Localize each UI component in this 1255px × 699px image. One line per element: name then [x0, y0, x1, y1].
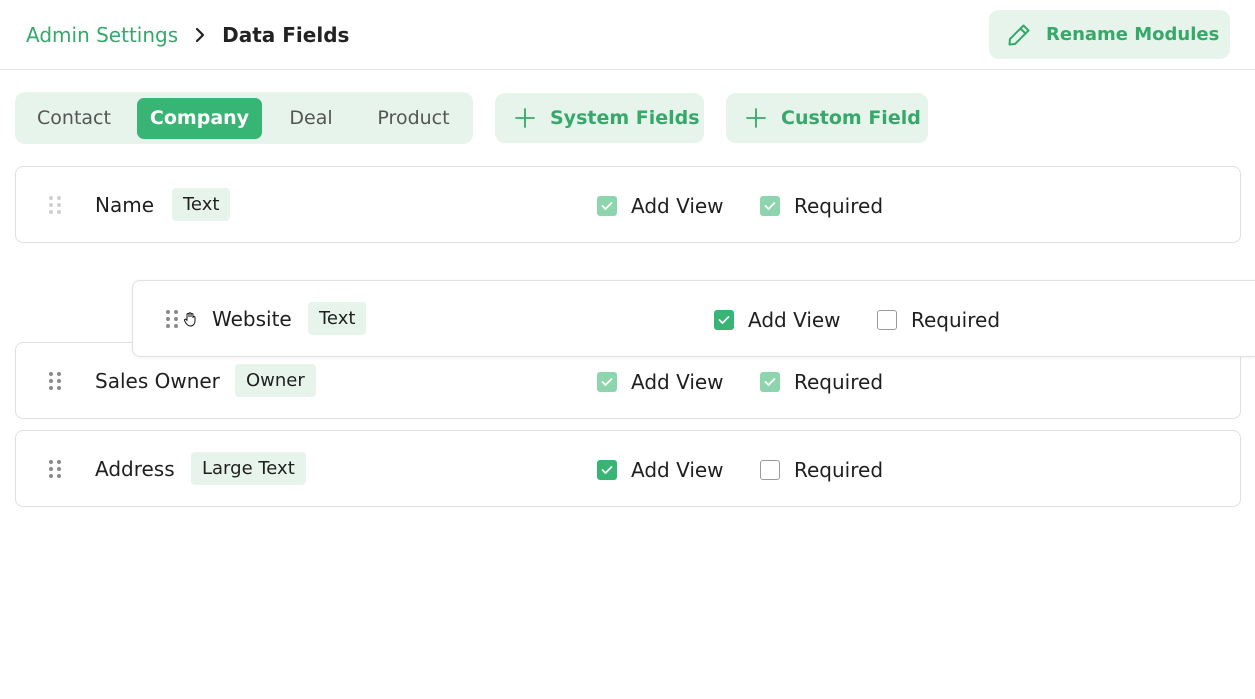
field-row-name: Name Text Add View Required [15, 166, 1241, 243]
tab-contact[interactable]: Contact [23, 98, 125, 139]
required-checkbox-group[interactable]: Required [760, 193, 883, 219]
tab-company[interactable]: Company [137, 98, 262, 139]
field-type-badge: Owner [235, 364, 316, 397]
field-row-website-dragging[interactable]: Website Text Add View Required [132, 280, 1255, 357]
breadcrumb-admin-settings[interactable]: Admin Settings [26, 22, 178, 48]
plus-icon [745, 107, 767, 129]
field-name: Sales Owner [95, 369, 220, 393]
add-view-label: Add View [631, 458, 724, 482]
add-view-label: Add View [631, 370, 724, 394]
plus-icon [514, 107, 536, 129]
field-type-badge: Text [308, 302, 367, 335]
page-header: Admin Settings Data Fields Rename Module… [0, 0, 1255, 70]
custom-field-label: Custom Field [781, 107, 921, 129]
rename-modules-label: Rename Modules [1046, 24, 1220, 45]
tab-deal[interactable]: Deal [277, 98, 345, 139]
field-name: Address [95, 457, 175, 481]
required-label: Required [794, 458, 884, 482]
drag-handle-icon[interactable] [48, 195, 62, 215]
add-view-label: Add View [748, 308, 841, 332]
required-checkbox[interactable] [760, 460, 780, 480]
add-custom-field-button[interactable]: Custom Field [726, 93, 928, 143]
add-view-checkbox[interactable] [714, 310, 734, 330]
add-view-checkbox-group[interactable]: Add View [597, 457, 724, 483]
add-view-checkbox[interactable] [597, 460, 617, 480]
required-checkbox[interactable] [877, 310, 897, 330]
grab-hand-icon [183, 311, 197, 331]
module-tabs: Contact Company Deal Product [15, 92, 473, 144]
required-checkbox-group[interactable]: Required [877, 307, 1000, 333]
rename-modules-button[interactable]: Rename Modules [989, 10, 1230, 59]
field-type-badge: Large Text [191, 452, 306, 485]
drag-handle-icon[interactable] [48, 371, 62, 391]
add-view-checkbox-group[interactable]: Add View [597, 193, 724, 219]
drag-handle-icon[interactable] [165, 309, 179, 329]
add-view-checkbox-group[interactable]: Add View [714, 307, 841, 333]
add-view-label: Add View [631, 194, 724, 218]
add-view-checkbox[interactable] [597, 372, 617, 392]
required-label: Required [794, 194, 884, 218]
tab-product[interactable]: Product [365, 98, 462, 139]
field-name: Website [212, 307, 292, 331]
field-name: Name [95, 193, 155, 217]
required-label: Required [911, 308, 1001, 332]
required-label: Required [794, 370, 884, 394]
page-title: Data Fields [222, 23, 350, 47]
system-fields-label: System Fields [550, 107, 700, 129]
drag-handle-icon[interactable] [48, 459, 62, 479]
pencil-icon [1006, 22, 1032, 48]
required-checkbox-group[interactable]: Required [760, 457, 883, 483]
chevron-right-icon [186, 27, 214, 43]
add-view-checkbox-group[interactable]: Add View [597, 369, 724, 395]
add-view-checkbox[interactable] [597, 196, 617, 216]
field-type-badge: Text [172, 188, 231, 221]
required-checkbox[interactable] [760, 372, 780, 392]
field-row-address: Address Large Text Add View Required [15, 430, 1241, 507]
breadcrumb: Admin Settings Data Fields [26, 22, 349, 48]
add-system-fields-button[interactable]: System Fields [495, 93, 704, 143]
required-checkbox-group[interactable]: Required [760, 369, 883, 395]
required-checkbox[interactable] [760, 196, 780, 216]
